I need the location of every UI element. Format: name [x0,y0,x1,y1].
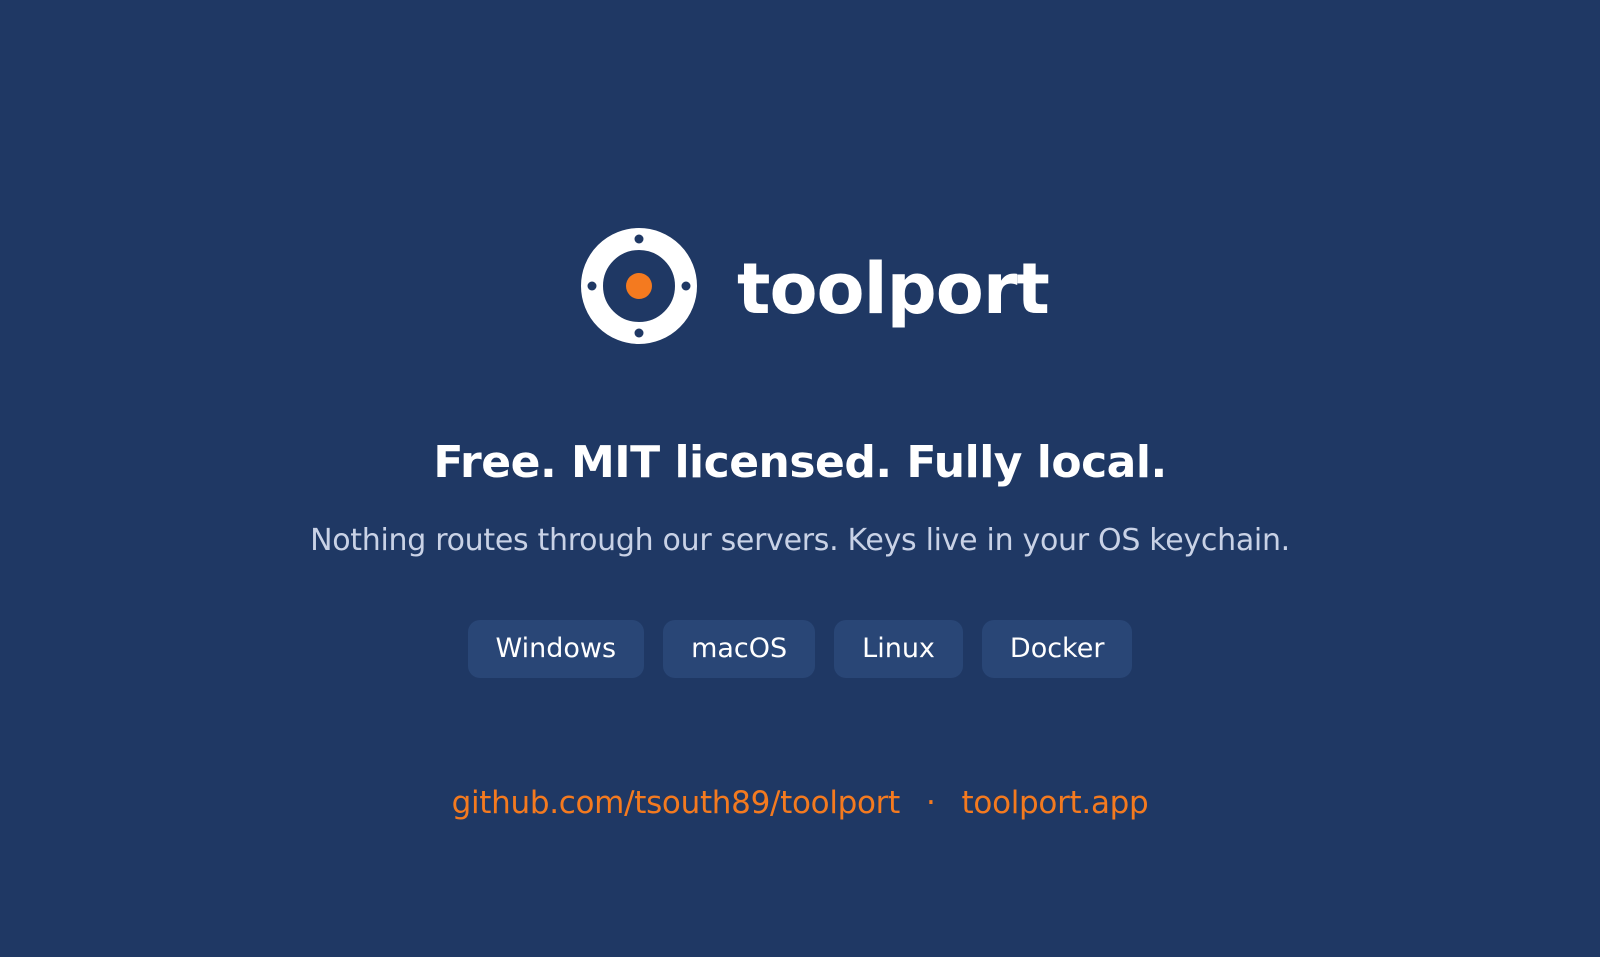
subheadline: Nothing routes through our servers. Keys… [310,523,1290,558]
headline: Free. MIT licensed. Fully local. [433,437,1167,488]
target-ring-icon [581,228,697,344]
repo-link[interactable]: github.com/tsouth89/toolport [452,778,901,828]
brand-lockup: toolport [581,228,1050,344]
brand-name: toolport [737,248,1050,330]
link-separator: · [925,785,936,821]
footer-links: github.com/tsouth89/toolport · toolport.… [0,778,1600,828]
platform-pill-macos: macOS [663,620,816,678]
platform-list: Windows macOS Linux Docker [0,620,1600,678]
site-link[interactable]: toolport.app [962,778,1149,828]
platform-pill-linux: Linux [834,620,963,678]
platform-pill-windows: Windows [467,620,645,678]
slide: toolport Free. MIT licensed. Fully local… [0,0,1600,957]
platform-pill-docker: Docker [981,620,1133,678]
